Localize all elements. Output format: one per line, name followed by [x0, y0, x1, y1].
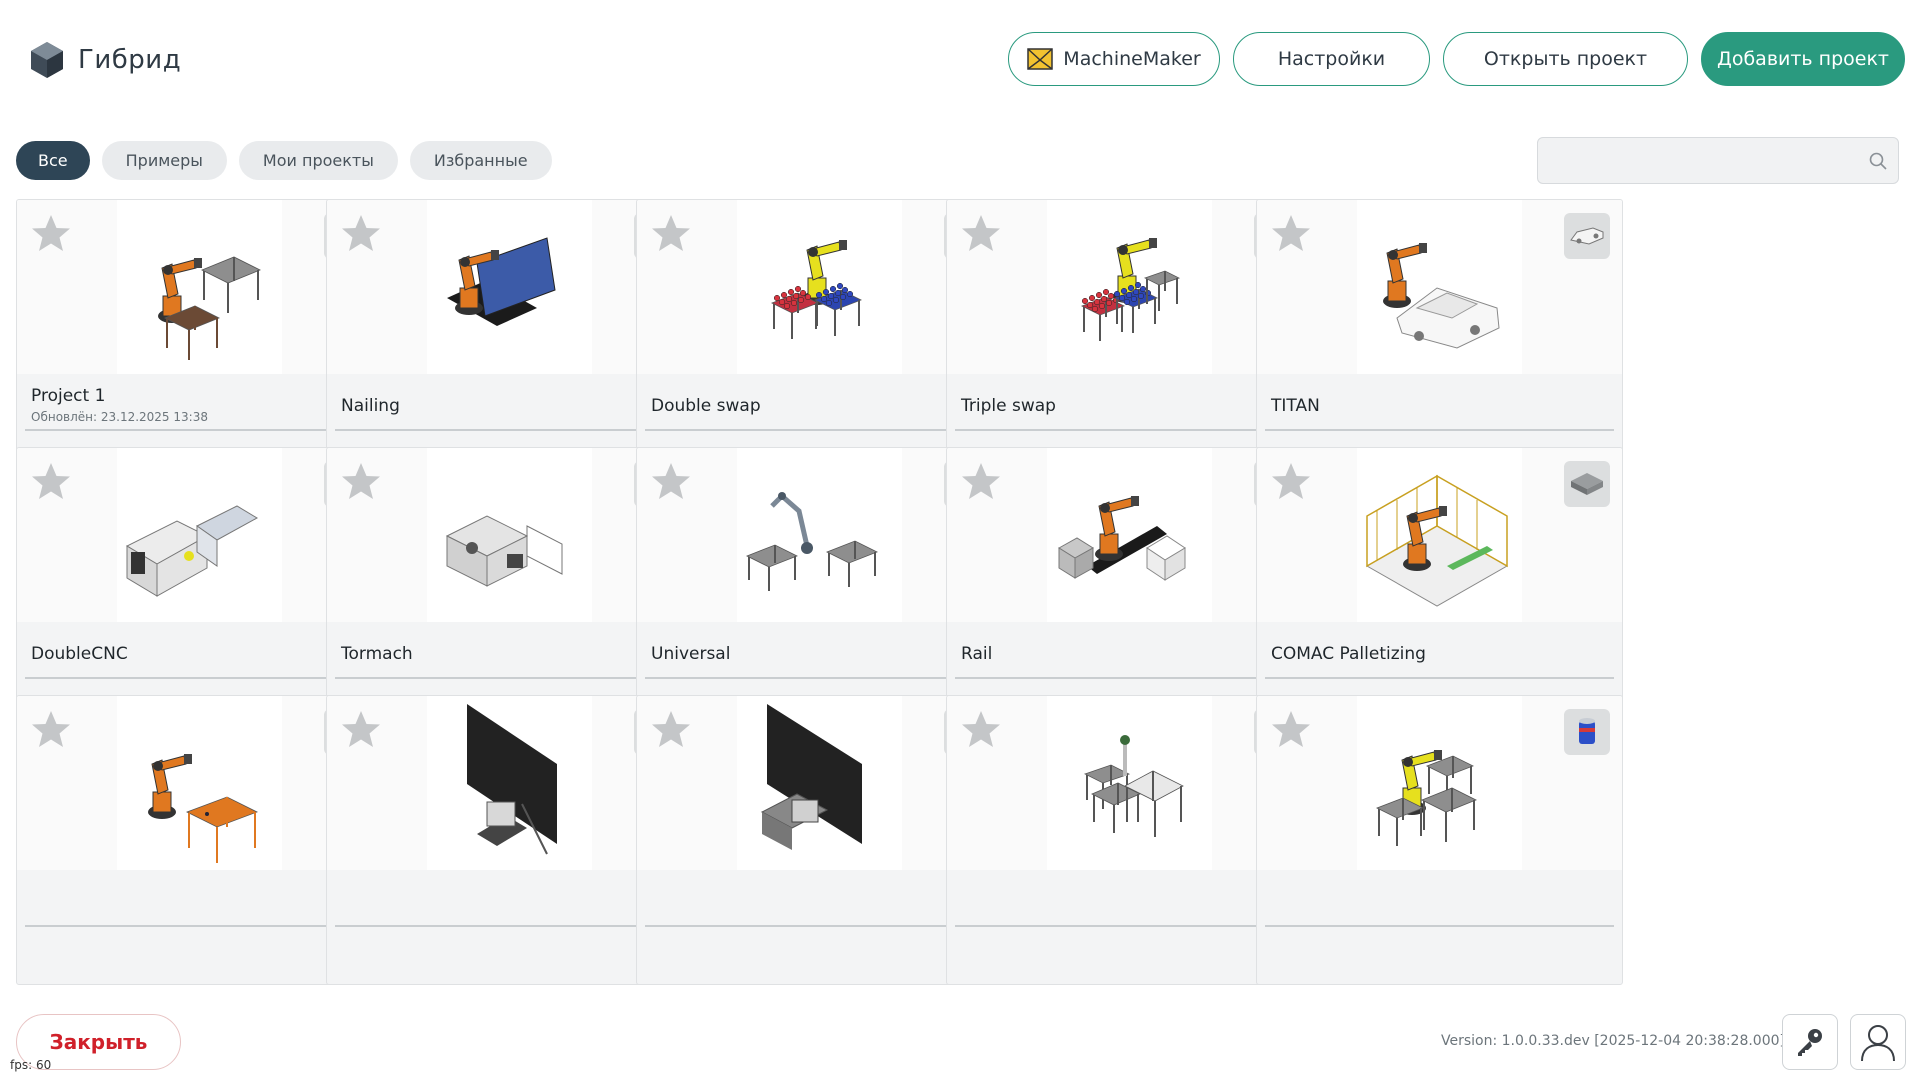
card-divider	[25, 677, 374, 679]
card-divider	[955, 925, 1304, 927]
card-divider	[645, 677, 994, 679]
card-divider	[955, 429, 1304, 431]
project-title: DoubleCNC	[31, 644, 128, 664]
project-title: Triple swap	[961, 396, 1056, 416]
project-card[interactable]: COMAC Palletizing Проект из примеров	[1256, 447, 1623, 737]
project-preview-image	[158, 256, 261, 360]
project-preview-image	[1376, 750, 1477, 846]
favorite-star-icon[interactable]	[959, 212, 1003, 260]
project-preview-image	[467, 704, 557, 855]
project-preview-image	[1365, 474, 1509, 607]
search-input[interactable]	[1537, 137, 1899, 184]
search-icon	[1869, 152, 1887, 170]
favorite-star-icon[interactable]	[339, 212, 383, 260]
favorite-star-icon[interactable]	[339, 460, 383, 508]
project-preview-image	[445, 515, 563, 587]
project-preview-image	[125, 505, 259, 597]
favorite-star-icon[interactable]	[1269, 212, 1313, 260]
favorite-star-icon[interactable]	[959, 460, 1003, 508]
settings-button[interactable]: Настройки	[1233, 32, 1430, 86]
hybrid-logo-icon	[31, 42, 63, 78]
project-title: TITAN	[1271, 396, 1320, 416]
car-stock-icon	[1564, 213, 1610, 259]
license-key-button[interactable]	[1782, 1014, 1838, 1070]
fps-counter: fps: 60	[10, 1058, 52, 1072]
favorite-star-icon[interactable]	[649, 212, 693, 260]
filter-tabs: Все Примеры Мои проекты Избранные	[16, 141, 552, 180]
card-divider	[1265, 677, 1614, 679]
project-card[interactable]	[1256, 695, 1623, 985]
favorite-star-icon[interactable]	[29, 212, 73, 260]
project-card[interactable]: TITAN Проект из примеров	[1256, 199, 1623, 489]
app-logo: Гибрид	[30, 40, 181, 80]
add-project-button[interactable]: Добавить проект	[1701, 32, 1905, 86]
project-title: Universal	[651, 644, 731, 664]
card-divider	[1265, 925, 1614, 927]
card-divider	[335, 429, 684, 431]
project-title: Rail	[961, 644, 993, 664]
card-divider	[25, 429, 374, 431]
project-preview-image	[760, 704, 862, 850]
project-preview-image	[1058, 496, 1186, 581]
project-title: Project 1	[31, 386, 106, 406]
tab-all[interactable]: Все	[16, 141, 90, 180]
card-divider	[335, 677, 684, 679]
card-divider	[645, 925, 994, 927]
project-preview-image	[771, 240, 862, 339]
can-stock-icon	[1564, 709, 1610, 755]
machinemaker-label: MachineMaker	[1063, 48, 1201, 70]
favorite-star-icon[interactable]	[1269, 460, 1313, 508]
project-preview-image	[447, 237, 556, 326]
project-preview-image	[1383, 243, 1500, 349]
tab-examples[interactable]: Примеры	[101, 141, 227, 180]
favorite-star-icon[interactable]	[649, 708, 693, 756]
project-title: COMAC Palletizing	[1271, 644, 1426, 664]
favorite-star-icon[interactable]	[649, 460, 693, 508]
app-name: Гибрид	[78, 45, 182, 75]
favorite-star-icon[interactable]	[959, 708, 1003, 756]
favorite-star-icon[interactable]	[29, 460, 73, 508]
machinemaker-button[interactable]: MachineMaker	[1008, 32, 1220, 86]
project-title: Tormach	[341, 644, 413, 664]
machinemaker-icon	[1027, 48, 1054, 70]
version-label: Version: 1.0.0.33.dev [2025-12-04 20:38:…	[1440, 1033, 1785, 1049]
card-divider	[1265, 429, 1614, 431]
user-icon	[1861, 1025, 1895, 1062]
user-profile-button[interactable]	[1850, 1014, 1906, 1070]
tab-my-projects[interactable]: Мои проекты	[238, 141, 398, 180]
project-preview-image	[148, 754, 258, 863]
card-divider	[335, 925, 684, 927]
favorite-star-icon[interactable]	[339, 708, 383, 756]
favorite-star-icon[interactable]	[1269, 708, 1313, 756]
card-divider	[645, 429, 994, 431]
card-divider	[25, 925, 374, 927]
project-preview-image	[746, 492, 878, 591]
key-icon	[1798, 1029, 1822, 1056]
project-preview-image	[1083, 735, 1184, 837]
favorite-star-icon[interactable]	[29, 708, 73, 756]
tab-favorites[interactable]: Избранные	[409, 141, 552, 180]
project-updated: Обновлён: 23.12.2025 13:38	[31, 410, 208, 424]
project-preview-image	[1081, 238, 1181, 341]
project-grid: Project 1 Обновлён: 23.12.2025 13:38 Пол…	[16, 199, 1906, 997]
project-title: Double swap	[651, 396, 761, 416]
project-title: Nailing	[341, 396, 400, 416]
header-actions: MachineMaker Настройки Открыть проект До…	[1008, 32, 1905, 86]
card-divider	[955, 677, 1304, 679]
open-project-button[interactable]: Открыть проект	[1443, 32, 1688, 86]
box-stock-icon	[1564, 461, 1610, 507]
